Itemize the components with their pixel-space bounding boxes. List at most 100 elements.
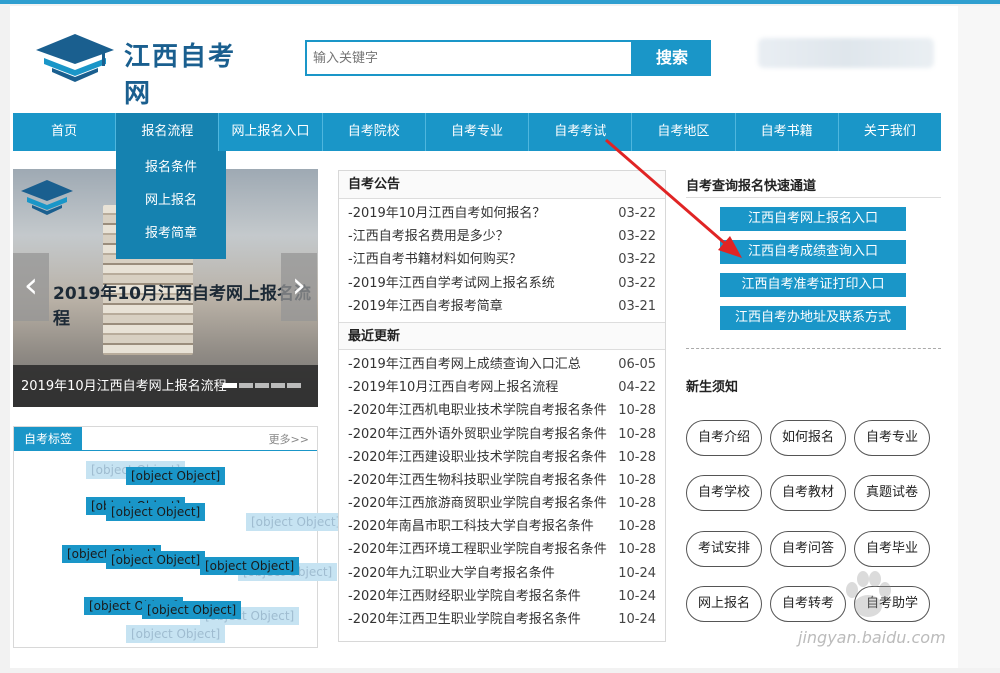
news-date: 10-24 xyxy=(618,565,656,581)
news-row[interactable]: -2020年江西建设职业技术学院自考报名条件 10-28 xyxy=(348,446,656,469)
news-title-link[interactable]: -2020年江西建设职业技术学院自考报名条件 xyxy=(348,446,607,469)
news-row[interactable]: -2019年江西自考网上成绩查询入口汇总 06-05 xyxy=(348,353,656,376)
news-row[interactable]: -2020年江西旅游商贸职业学院自考报名条件 10-28 xyxy=(348,492,656,515)
pill-graduation[interactable]: 自考毕业 xyxy=(854,531,930,567)
news-date: 10-28 xyxy=(618,426,656,442)
quick-link-office-contact[interactable]: 江西自考办地址及联系方式 xyxy=(720,306,906,330)
news-row[interactable]: -2020年江西财经职业学院自考报名条件 10-24 xyxy=(348,585,656,608)
slider-prev-button[interactable]: ‹ xyxy=(13,253,49,321)
tag-item[interactable]: [object Object] xyxy=(126,625,226,643)
tag-cloud-title: 自考标签 xyxy=(14,427,83,451)
news-title-link[interactable]: -2020年江西环境工程职业学院自考报名条件 xyxy=(348,538,607,561)
news-date: 04-22 xyxy=(618,380,656,396)
pill-textbooks[interactable]: 自考教材 xyxy=(770,475,846,511)
nav-item-regions[interactable]: 自考地区 xyxy=(632,113,736,151)
tag-item[interactable]: [object Object] xyxy=(106,503,206,521)
announcements-list: -2019年10月江西自考如何报名？ 03-22 -江西自考报名费用是多少？ 03-2… xyxy=(339,199,665,322)
news-row[interactable]: -2020年江西生物科技职业学院自考报名条件 10-28 xyxy=(348,469,656,492)
nav-item-home[interactable]: 首页 xyxy=(13,113,117,151)
news-row[interactable]: -2020年江西外语外贸职业学院自考报名条件 10-28 xyxy=(348,423,656,446)
news-title-link[interactable]: -2020年南昌市职工科技大学自考报名条件 xyxy=(348,515,594,538)
news-title-link[interactable]: -2019年江西自考网上成绩查询入口汇总 xyxy=(348,353,581,376)
dropdown-item-brochure[interactable]: 报考简章 xyxy=(116,217,226,250)
news-date: 03-22 xyxy=(618,275,656,291)
quick-link-score-query[interactable]: 江西自考成绩查询入口 xyxy=(720,240,906,264)
pill-faq[interactable]: 自考问答 xyxy=(770,531,846,567)
news-title-link[interactable]: -2019年10月江西自考如何报名？ xyxy=(348,202,545,225)
dropdown-item-conditions[interactable]: 报名条件 xyxy=(116,151,226,184)
tag-item[interactable]: [object Object] xyxy=(142,601,242,619)
news-row[interactable]: -2019年10月江西自考网上报名流程 04-22 xyxy=(348,376,656,399)
slider-dot[interactable] xyxy=(239,383,253,388)
slider-dot[interactable] xyxy=(255,383,269,388)
news-title-link[interactable]: -2020年江西生物科技职业学院自考报名条件 xyxy=(348,469,607,492)
nav-item-colleges[interactable]: 自考院校 xyxy=(323,113,426,151)
news-row[interactable]: -2020年江西环境工程职业学院自考报名条件 10-28 xyxy=(348,538,656,561)
news-date: 10-28 xyxy=(618,449,656,465)
nav-item-books[interactable]: 自考书籍 xyxy=(736,113,839,151)
slider-dot[interactable] xyxy=(287,383,301,388)
pill-exam-schedule[interactable]: 考试安排 xyxy=(686,531,762,567)
dropdown-item-online-registration[interactable]: 网上报名 xyxy=(116,184,226,217)
news-row[interactable]: -2019年江西自学考试网上报名系统 03-22 xyxy=(348,272,656,295)
quick-link-online-registration[interactable]: 江西自考网上报名入口 xyxy=(720,207,906,231)
news-title-link[interactable]: -2020年九江职业大学自考报名条件 xyxy=(348,562,555,585)
news-title-link[interactable]: -2019年江西自考报考简章 xyxy=(348,295,503,318)
news-title-link[interactable]: -2020年江西机电职业技术学院自考报名条件 xyxy=(348,399,607,422)
tag-item[interactable]: [object Object] xyxy=(106,551,206,569)
nav-item-exams[interactable]: 自考考试 xyxy=(529,113,633,151)
pill-schools[interactable]: 自考学校 xyxy=(686,475,762,511)
nav-item-registration-process[interactable]: 报名流程 xyxy=(116,113,220,151)
news-row[interactable]: -2020年江西卫生职业学院自考报名条件 10-24 xyxy=(348,608,656,631)
recent-updates-list: -2019年江西自考网上成绩查询入口汇总 06-05 -2019年10月江西自考网上… xyxy=(339,350,665,635)
slider-logo-icon xyxy=(21,180,73,215)
news-title-link[interactable]: -2020年江西外语外贸职业学院自考报名条件 xyxy=(348,423,607,446)
news-title-link[interactable]: -2020年江西卫生职业学院自考报名条件 xyxy=(348,608,581,631)
pill-how-to-register[interactable]: 如何报名 xyxy=(770,420,846,456)
news-title-link[interactable]: -2019年江西自学考试网上报名系统 xyxy=(348,272,555,295)
search-box xyxy=(305,40,633,76)
news-row[interactable]: -2019年10月江西自考如何报名？ 03-22 xyxy=(348,202,656,225)
nav-item-majors[interactable]: 自考专业 xyxy=(426,113,530,151)
quick-link-admission-ticket[interactable]: 江西自考准考证打印入口 xyxy=(720,273,906,297)
news-row[interactable]: -江西自考报名费用是多少？ 03-22 xyxy=(348,225,656,248)
news-title-link[interactable]: -2019年10月江西自考网上报名流程 xyxy=(348,376,558,399)
quick-access-title: 自考查询报名快速通道 xyxy=(686,179,817,194)
news-title-link[interactable]: -江西自考报名费用是多少？ xyxy=(348,225,509,248)
tag-item[interactable]: [object Object] xyxy=(200,557,300,575)
nav-dropdown-menu: 报名条件 网上报名 报考简章 xyxy=(116,151,226,259)
news-row[interactable]: -2020年九江职业大学自考报名条件 10-24 xyxy=(348,562,656,585)
news-title-link[interactable]: -江西自考书籍材料如何购买？ xyxy=(348,248,522,271)
news-date: 03-22 xyxy=(618,229,656,245)
right-margin xyxy=(958,6,1000,668)
slider-dot[interactable] xyxy=(223,383,237,388)
slider-dots xyxy=(223,383,301,388)
logo-mark-icon xyxy=(36,34,114,82)
slider-bottom-title[interactable]: 2019年10月江西自考网上报名流程 xyxy=(21,375,227,394)
site-logo[interactable]: 江西自考网 xyxy=(32,30,262,109)
pill-online-registration[interactable]: 网上报名 xyxy=(686,586,762,622)
news-title-link[interactable]: -2020年江西旅游商贸职业学院自考报名条件 xyxy=(348,492,607,515)
news-date: 03-22 xyxy=(618,252,656,268)
tag-cloud-more-link[interactable]: 更多>> xyxy=(269,431,309,447)
nav-item-about[interactable]: 关于我们 xyxy=(839,113,941,151)
tag-item[interactable]: [object Object] xyxy=(246,513,346,531)
pill-study-assist[interactable]: 自考助学 xyxy=(854,586,930,622)
news-title-link[interactable]: -2020年江西财经职业学院自考报名条件 xyxy=(348,585,581,608)
slider-next-button[interactable]: › xyxy=(281,253,317,321)
top-accent-line xyxy=(0,0,1000,4)
pill-transfer[interactable]: 自考转考 xyxy=(770,586,846,622)
tag-item[interactable]: [object Object] xyxy=(126,467,226,485)
search-button[interactable]: 搜索 xyxy=(633,40,711,76)
search-input[interactable] xyxy=(307,42,631,74)
pill-past-papers[interactable]: 真题试卷 xyxy=(854,475,930,511)
slider-dot[interactable] xyxy=(271,383,285,388)
pill-intro[interactable]: 自考介绍 xyxy=(686,420,762,456)
news-row[interactable]: -2020年南昌市职工科技大学自考报名条件 10-28 xyxy=(348,515,656,538)
news-row[interactable]: -江西自考书籍材料如何购买？ 03-22 xyxy=(348,248,656,271)
news-row[interactable]: -2020年江西机电职业技术学院自考报名条件 10-28 xyxy=(348,399,656,422)
pill-majors[interactable]: 自考专业 xyxy=(854,420,930,456)
nav-item-online-registration[interactable]: 网上报名入口 xyxy=(219,113,323,151)
news-row[interactable]: -2019年江西自考报考简章 03-21 xyxy=(348,295,656,318)
tag-cloud-header: 自考标签 更多>> xyxy=(14,427,317,451)
